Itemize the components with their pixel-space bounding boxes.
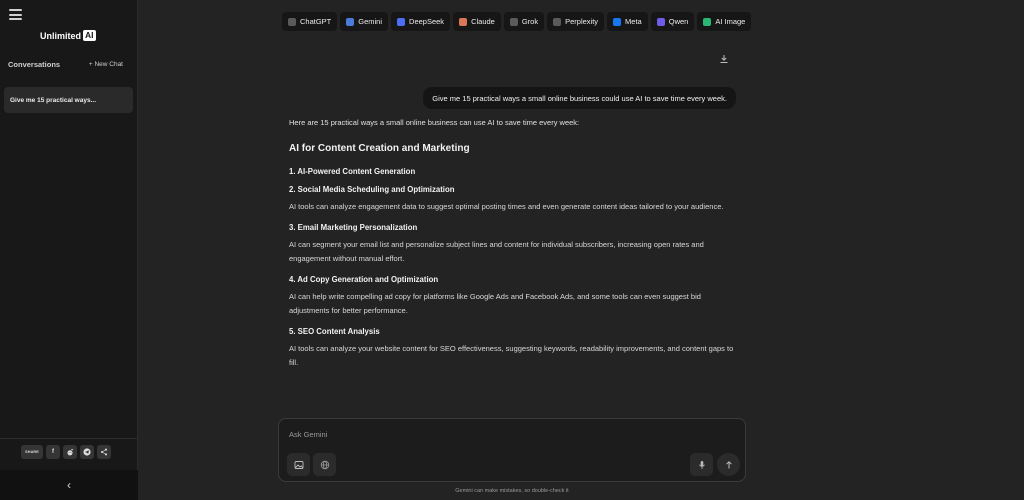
answer-item-body: AI can segment your email list and perso… <box>289 240 704 263</box>
perplexity-icon <box>553 17 562 26</box>
qwen-icon <box>656 17 665 26</box>
answer-item-title: 4. Ad Copy Generation and Optimization <box>289 275 439 284</box>
prompt-box <box>278 418 746 482</box>
gemini-icon <box>346 17 355 26</box>
answer-section-title: AI for Content Creation and Marketing <box>289 143 470 154</box>
globe-icon <box>320 460 329 469</box>
claude-icon <box>459 17 468 26</box>
share-row: SHARE f <box>21 445 111 459</box>
meta-icon <box>613 17 622 26</box>
tab-ai-image[interactable]: AI Image <box>697 12 752 31</box>
chatgpt-icon <box>288 17 296 26</box>
answer-item-title: 5. SEO Content Analysis <box>289 327 380 336</box>
deepseek-icon <box>397 17 406 26</box>
share-icon[interactable] <box>97 445 111 459</box>
collapse-sidebar-button[interactable]: ‹ <box>0 470 138 500</box>
tab-qwen[interactable]: Qwen <box>650 12 695 31</box>
answer-item-body: AI tools can analyze your website conten… <box>289 344 734 367</box>
tab-label: Claude <box>471 17 495 26</box>
answer-item-title: 3. Email Marketing Personalization <box>289 223 418 232</box>
answer-items: 1. AI-Powered Content Generation 2. Socia… <box>289 167 739 370</box>
share-label: SHARE <box>21 445 43 459</box>
menu-icon[interactable] <box>9 9 22 20</box>
tab-label: Gemini <box>358 17 383 26</box>
tab-label: Grok <box>521 17 539 26</box>
arrow-up-icon <box>725 460 732 468</box>
microphone-icon <box>698 460 705 469</box>
answer-intro: Here are 15 practical ways a small onlin… <box>289 118 580 127</box>
tab-claude[interactable]: Claude <box>453 12 501 31</box>
tab-label: Perplexity <box>565 17 599 26</box>
image-icon <box>294 460 303 469</box>
send-button[interactable] <box>717 453 740 476</box>
logo-text: Unlimited <box>40 30 82 41</box>
tab-grok[interactable]: Grok <box>503 12 545 31</box>
tab-label: AI Image <box>715 17 746 26</box>
conversation-item[interactable]: Give me 15 practical ways... <box>4 87 133 113</box>
answer-item-body: AI can help write compelling ad copy for… <box>289 292 701 315</box>
answer-item-title: 2. Social Media Scheduling and Optimizat… <box>289 185 455 194</box>
conversations-title: Conversations <box>8 60 61 69</box>
answer-item-title: 1. AI-Powered Content Generation <box>289 167 416 176</box>
logo-badge: AI <box>83 30 96 41</box>
tab-label: Qwen <box>668 17 689 26</box>
tab-gemini[interactable]: Gemini <box>340 12 389 31</box>
share-label-text: SHARE <box>25 450 39 454</box>
chevron-left-icon: ‹ <box>67 478 71 492</box>
web-search-button[interactable] <box>313 453 336 476</box>
ai-image-icon <box>703 17 712 26</box>
tab-perplexity[interactable]: Perplexity <box>547 12 605 31</box>
sidebar-divider <box>0 438 138 439</box>
microphone-button[interactable] <box>690 453 713 476</box>
telegram-icon[interactable] <box>80 445 94 459</box>
download-icon[interactable] <box>719 54 729 64</box>
image-upload-button[interactable] <box>287 453 310 476</box>
logo: Unlimited AI <box>40 30 96 41</box>
sidebar: Unlimited AI Conversations + New Chat Gi… <box>0 0 138 500</box>
user-message-text: Give me 15 practical ways a small online… <box>432 93 727 103</box>
tab-label: Meta <box>625 17 642 26</box>
reddit-icon[interactable] <box>63 445 77 459</box>
tab-meta[interactable]: Meta <box>607 12 648 31</box>
tab-label: ChatGPT <box>300 17 332 26</box>
facebook-glyph: f <box>52 449 54 455</box>
user-message: Give me 15 practical ways a small online… <box>423 87 736 109</box>
model-tabs: ChatGPT Gemini DeepSeek Claude Grok Perplexit… <box>282 12 752 31</box>
conversations-header: Conversations + New Chat <box>8 60 123 69</box>
tab-label: DeepSeek <box>409 17 445 26</box>
new-chat-button[interactable]: + New Chat <box>89 61 123 68</box>
conversation-item-label: Give me 15 practical ways... <box>10 96 96 104</box>
answer-item-body: AI tools can analyze engagement data to … <box>289 202 724 211</box>
assistant-answer: Here are 15 practical ways a small onlin… <box>289 118 739 379</box>
grok-icon <box>509 17 518 26</box>
prompt-input[interactable] <box>289 430 729 439</box>
tab-deepseek[interactable]: DeepSeek <box>391 12 451 31</box>
disclaimer: Gemini can make mistakes, so double-chec… <box>455 488 569 494</box>
facebook-icon[interactable]: f <box>46 445 60 459</box>
tab-chatgpt[interactable]: ChatGPT <box>282 12 338 31</box>
